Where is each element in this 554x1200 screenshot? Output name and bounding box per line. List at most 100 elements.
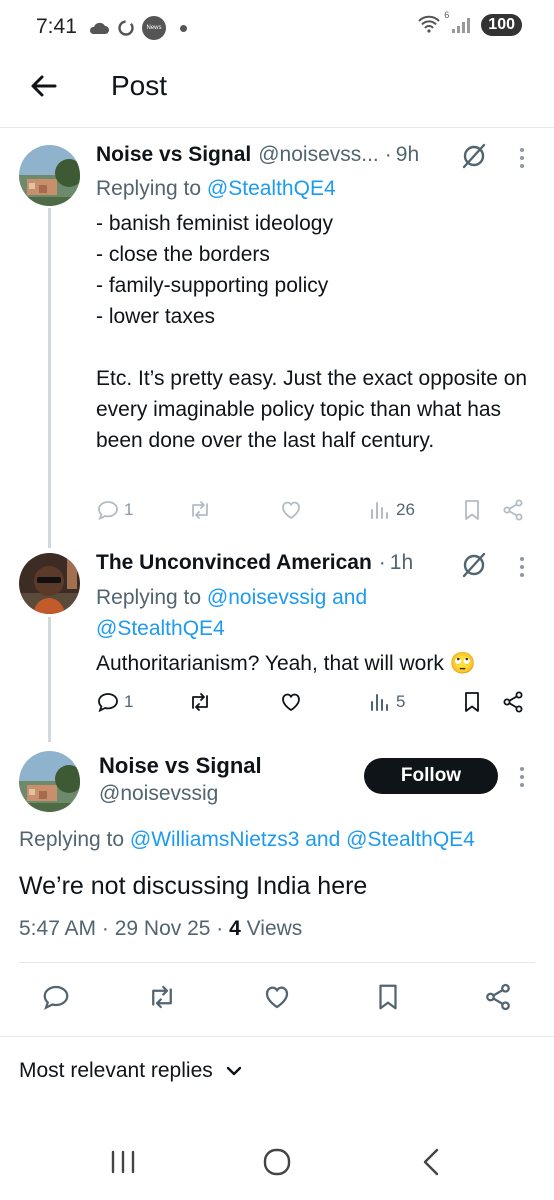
heart-icon bbox=[282, 693, 300, 712]
like-button[interactable] bbox=[279, 690, 303, 714]
recent-apps-icon[interactable] bbox=[103, 1142, 143, 1182]
repost-button[interactable] bbox=[188, 498, 212, 522]
mention-link[interactable]: @StealthQE4 bbox=[96, 617, 225, 640]
replying-to: Replying to @StealthQE4 bbox=[96, 173, 336, 204]
bookmark-icon bbox=[465, 692, 479, 712]
grok-icon[interactable] bbox=[460, 551, 488, 579]
share-button[interactable] bbox=[483, 982, 513, 1012]
bookmark-icon bbox=[379, 984, 397, 1010]
replying-prefix: Replying to bbox=[96, 586, 207, 609]
news-icon: News bbox=[142, 16, 166, 40]
wifi-icon: 6 bbox=[417, 10, 449, 35]
action-bar: 1 5 bbox=[96, 690, 536, 720]
reply-header: The Unconvinced American · 1h bbox=[96, 551, 413, 575]
repost-icon bbox=[152, 985, 172, 1009]
home-icon[interactable] bbox=[257, 1142, 297, 1182]
mention-link[interactable]: @StealthQE4 bbox=[346, 828, 475, 851]
status-bar: 7:41 News 6 100 bbox=[0, 0, 554, 54]
sort-label: Most relevant replies bbox=[19, 1059, 213, 1082]
share-icon bbox=[486, 983, 510, 1011]
chevron-down-icon bbox=[226, 1066, 241, 1076]
page-title: Post bbox=[111, 70, 168, 101]
views-label: Views bbox=[240, 917, 303, 940]
reply-button[interactable] bbox=[41, 982, 71, 1012]
share-button[interactable] bbox=[501, 498, 525, 522]
battery-indicator: 100 bbox=[481, 14, 522, 36]
display-name[interactable]: The Unconvinced American bbox=[96, 551, 372, 575]
follow-button[interactable]: Follow bbox=[364, 758, 498, 794]
user-handle[interactable]: @noisevssig bbox=[99, 782, 218, 806]
tweet-text: Authoritarianism? Yeah, that will work 🙄 bbox=[96, 652, 476, 675]
reply-button[interactable]: 1 bbox=[96, 498, 133, 522]
user-handle[interactable]: @noisevss... bbox=[258, 143, 379, 167]
display-name[interactable]: Noise vs Signal bbox=[96, 143, 251, 167]
display-name[interactable]: Noise vs Signal bbox=[99, 753, 262, 779]
divider bbox=[19, 962, 535, 963]
separator: · bbox=[96, 917, 115, 940]
replying-to: Replying to @noisevssig and @StealthQE4 bbox=[96, 582, 367, 644]
mention-link[interactable]: @noisevssig bbox=[207, 586, 326, 609]
post-time[interactable]: 5:47 AM bbox=[19, 917, 96, 940]
views-count: 5 bbox=[396, 692, 406, 711]
replying-and: and bbox=[299, 828, 347, 851]
sync-icon bbox=[118, 20, 134, 36]
bookmark-icon bbox=[465, 500, 479, 520]
thread-line bbox=[48, 617, 51, 742]
avatar[interactable] bbox=[19, 553, 80, 614]
timestamp[interactable]: 1h bbox=[390, 551, 413, 575]
cloud-icon bbox=[89, 22, 109, 34]
status-time: 7:41 bbox=[36, 15, 77, 38]
views-button[interactable]: 26 bbox=[368, 498, 415, 522]
mention-link[interactable]: @StealthQE4 bbox=[207, 177, 336, 200]
timestamp[interactable]: 9h bbox=[396, 143, 419, 167]
like-button[interactable] bbox=[279, 498, 303, 522]
divider bbox=[0, 1036, 554, 1037]
share-button[interactable] bbox=[501, 690, 525, 714]
heart-icon bbox=[265, 986, 289, 1009]
tweet-text: - banish feminist ideology - close the b… bbox=[96, 212, 528, 452]
tweet-text: We’re not discussing India here bbox=[19, 872, 368, 900]
separator: · bbox=[210, 917, 230, 940]
separator: · bbox=[384, 143, 392, 166]
more-options-icon[interactable] bbox=[518, 765, 526, 789]
views-icon bbox=[371, 502, 388, 519]
bookmark-button[interactable] bbox=[460, 690, 484, 714]
reply-icon bbox=[98, 693, 118, 713]
bookmark-button[interactable] bbox=[460, 498, 484, 522]
reply-button[interactable]: 1 bbox=[96, 690, 133, 714]
mention-link[interactable]: @WilliamsNietzs3 bbox=[130, 828, 300, 851]
reply-icon bbox=[98, 501, 118, 521]
system-nav-bar bbox=[0, 1120, 554, 1200]
views-count: 26 bbox=[396, 500, 415, 519]
dot-icon bbox=[180, 24, 187, 32]
share-icon bbox=[503, 499, 523, 521]
separator: · bbox=[378, 551, 386, 574]
avatar[interactable] bbox=[19, 751, 80, 812]
repost-icon bbox=[192, 693, 208, 711]
main-action-bar bbox=[0, 982, 554, 1016]
replying-to: Replying to @WilliamsNietzs3 and @Stealt… bbox=[19, 828, 475, 852]
replying-prefix: Replying to bbox=[96, 177, 207, 200]
reply-count: 1 bbox=[124, 500, 134, 519]
share-icon bbox=[503, 691, 523, 713]
views-icon bbox=[371, 694, 388, 711]
repost-button[interactable] bbox=[147, 982, 177, 1012]
repost-button[interactable] bbox=[188, 690, 212, 714]
views-button[interactable]: 5 bbox=[368, 690, 405, 714]
back-icon[interactable] bbox=[412, 1142, 452, 1182]
more-options-icon[interactable] bbox=[518, 555, 526, 579]
reply-icon bbox=[43, 985, 69, 1010]
post-date[interactable]: 29 Nov 25 bbox=[115, 917, 211, 940]
like-button[interactable] bbox=[262, 982, 292, 1012]
grok-icon[interactable] bbox=[460, 142, 488, 170]
bookmark-button[interactable] bbox=[373, 982, 403, 1012]
more-options-icon[interactable] bbox=[518, 146, 526, 170]
repost-icon bbox=[192, 501, 208, 519]
sort-replies-dropdown[interactable]: Most relevant replies bbox=[19, 1059, 243, 1083]
avatar[interactable] bbox=[19, 145, 80, 206]
views-count[interactable]: 4 bbox=[229, 917, 241, 940]
back-arrow-icon[interactable] bbox=[28, 70, 60, 102]
post-meta: 5:47 AM · 29 Nov 25 · 4 Views bbox=[19, 917, 302, 941]
wifi-label: 6 bbox=[444, 10, 450, 20]
signal-icon bbox=[452, 18, 471, 33]
